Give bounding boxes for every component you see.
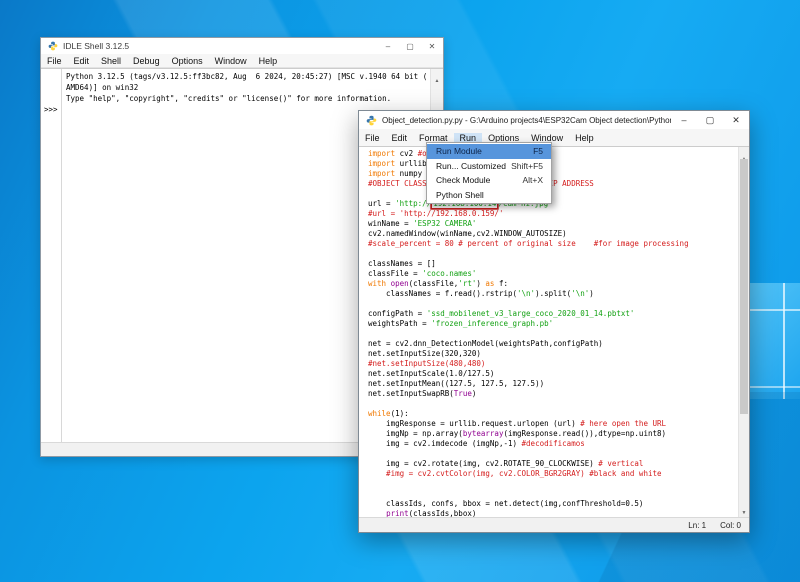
code-line: img = cv2.imdecode (imgNp,-1) #decodific… [368,439,749,449]
code-line: winName = 'ESP32 CAMERA' [368,219,749,229]
code-line [368,299,749,309]
code-line: net.setInputSwapRB(True) [368,389,749,399]
menu-window[interactable]: Window [525,133,569,143]
code-line: imgNp = np.array(bytearray(imgResponse.r… [368,429,749,439]
code-line: classNames = f.read().rstrip('\n').split… [368,289,749,299]
code-line: net.setInputMean((127.5, 127.5, 127.5)) [368,379,749,389]
editor-scrollbar-thumb[interactable] [740,159,748,414]
code-line: net.setInputSize(320,320) [368,349,749,359]
shell-menubar: FileEditShellDebugOptionsWindowHelp [41,54,443,68]
code-line [368,449,749,459]
statusbar-line-indicator: Ln: 1 [688,521,706,530]
code-line [368,489,749,499]
shell-maximize-button[interactable]: ▢ [399,42,421,51]
menu-item-label: Run Module [436,146,482,156]
editor-minimize-button[interactable]: – [671,115,697,125]
code-line: #scale_percent = 80 # percent of origina… [368,239,749,249]
code-line: net.setInputScale(1.0/127.5) [368,369,749,379]
menu-item-label: Run... Customized [436,161,506,171]
menu-item-shortcut: Alt+X [522,175,543,185]
code-line: while(1): [368,409,749,419]
code-line [368,479,749,489]
code-line: classIds, confs, bbox = net.detect(img,c… [368,499,749,509]
idle-icon [48,41,58,51]
wallpaper-window-glow [743,283,800,399]
run-menu-dropdown: Run Module F5 Run... Customized Shift+F5 Che… [426,142,552,204]
menu-run[interactable]: Run [454,133,483,143]
menu-format[interactable]: Format [413,133,454,143]
menu-help[interactable]: Help [253,56,284,66]
menu-options[interactable]: Options [166,56,209,66]
editor-close-button[interactable]: ✕ [723,115,749,126]
code-line: #img = cv2.cvtColor(img, cv2.COLOR_BGR2G… [368,469,749,479]
editor-code[interactable]: import cv2 #opencv libraryimport urllib.… [359,147,749,518]
shell-minimize-button[interactable]: – [377,42,399,51]
shell-prompt: >>> [44,104,58,115]
editor-content[interactable]: import cv2 #opencv libraryimport urllib.… [359,146,749,518]
menu-item-shortcut: F5 [533,146,543,156]
code-line: #net.setInputSize(480,480) [368,359,749,369]
shell-output-line: AMD64)] on win32 [66,82,443,93]
menu-item-python-shell[interactable]: Python Shell [427,188,551,203]
editor-window: Object_detection.py.py - G:\Arduino proj… [358,110,750,533]
editor-maximize-button[interactable]: ▢ [697,115,723,126]
menu-help[interactable]: Help [569,133,600,143]
code-line [368,249,749,259]
shell-output-line: Python 3.12.5 (tags/v3.12.5:ff3bc82, Aug… [66,71,443,82]
menu-item-shortcut: Shift+F5 [511,161,543,171]
code-line [368,399,749,409]
menu-item-run-module[interactable]: Run Module F5 [427,144,551,159]
statusbar-col-indicator: Col: 0 [720,521,741,530]
shell-window-title: IDLE Shell 3.12.5 [63,41,129,51]
menu-item-label: Check Module [436,175,490,185]
menu-item-label: Python Shell [436,190,484,200]
menu-window[interactable]: Window [209,56,253,66]
code-line: with open(classFile,'rt') as f: [368,279,749,289]
desktop: IDLE Shell 3.12.5 – ▢ ✕ FileEditShellDeb… [0,0,800,582]
menu-edit[interactable]: Edit [386,133,414,143]
shell-prompt-gutter: >>> [41,69,62,443]
editor-statusbar: Ln: 1 Col: 0 [359,517,749,532]
menu-debug[interactable]: Debug [127,56,166,66]
menu-item-run-customized[interactable]: Run... Customized Shift+F5 [427,159,551,174]
code-line [368,329,749,339]
menu-shell[interactable]: Shell [95,56,127,66]
menu-item-check-module[interactable]: Check Module Alt+X [427,173,551,188]
idle-file-icon [366,115,377,126]
code-line: #url = 'http://192.168.0.159/' [368,209,749,219]
shell-output-line: Type "help", "copyright", "credits" or "… [66,93,443,104]
shell-close-button[interactable]: ✕ [421,42,443,51]
editor-titlebar[interactable]: Object_detection.py.py - G:\Arduino proj… [359,111,749,129]
code-line: classFile = 'coco.names' [368,269,749,279]
shell-titlebar[interactable]: IDLE Shell 3.12.5 – ▢ ✕ [41,38,443,54]
code-line: imgResponse = urllib.request.urlopen (ur… [368,419,749,429]
code-line: img = cv2.rotate(img, cv2.ROTATE_90_CLOC… [368,459,749,469]
shell-scroll-up-icon[interactable]: ▲ [435,78,440,84]
code-line: cv2.namedWindow(winName,cv2.WINDOW_AUTOS… [368,229,749,239]
menu-file[interactable]: File [41,56,68,66]
code-line: net = cv2.dnn_DetectionModel(weightsPath… [368,339,749,349]
code-line: classNames = [] [368,259,749,269]
menu-options[interactable]: Options [482,133,525,143]
editor-window-title: Object_detection.py.py - G:\Arduino proj… [382,116,671,125]
code-line: configPath = 'ssd_mobilenet_v3_large_coc… [368,309,749,319]
menu-file[interactable]: File [359,133,386,143]
menu-edit[interactable]: Edit [68,56,96,66]
code-line: weightsPath = 'frozen_inference_graph.pb… [368,319,749,329]
editor-menubar: FileEditFormatRunOptionsWindowHelp [359,129,749,147]
editor-scrollbar[interactable]: ▲ ▼ [738,147,749,518]
